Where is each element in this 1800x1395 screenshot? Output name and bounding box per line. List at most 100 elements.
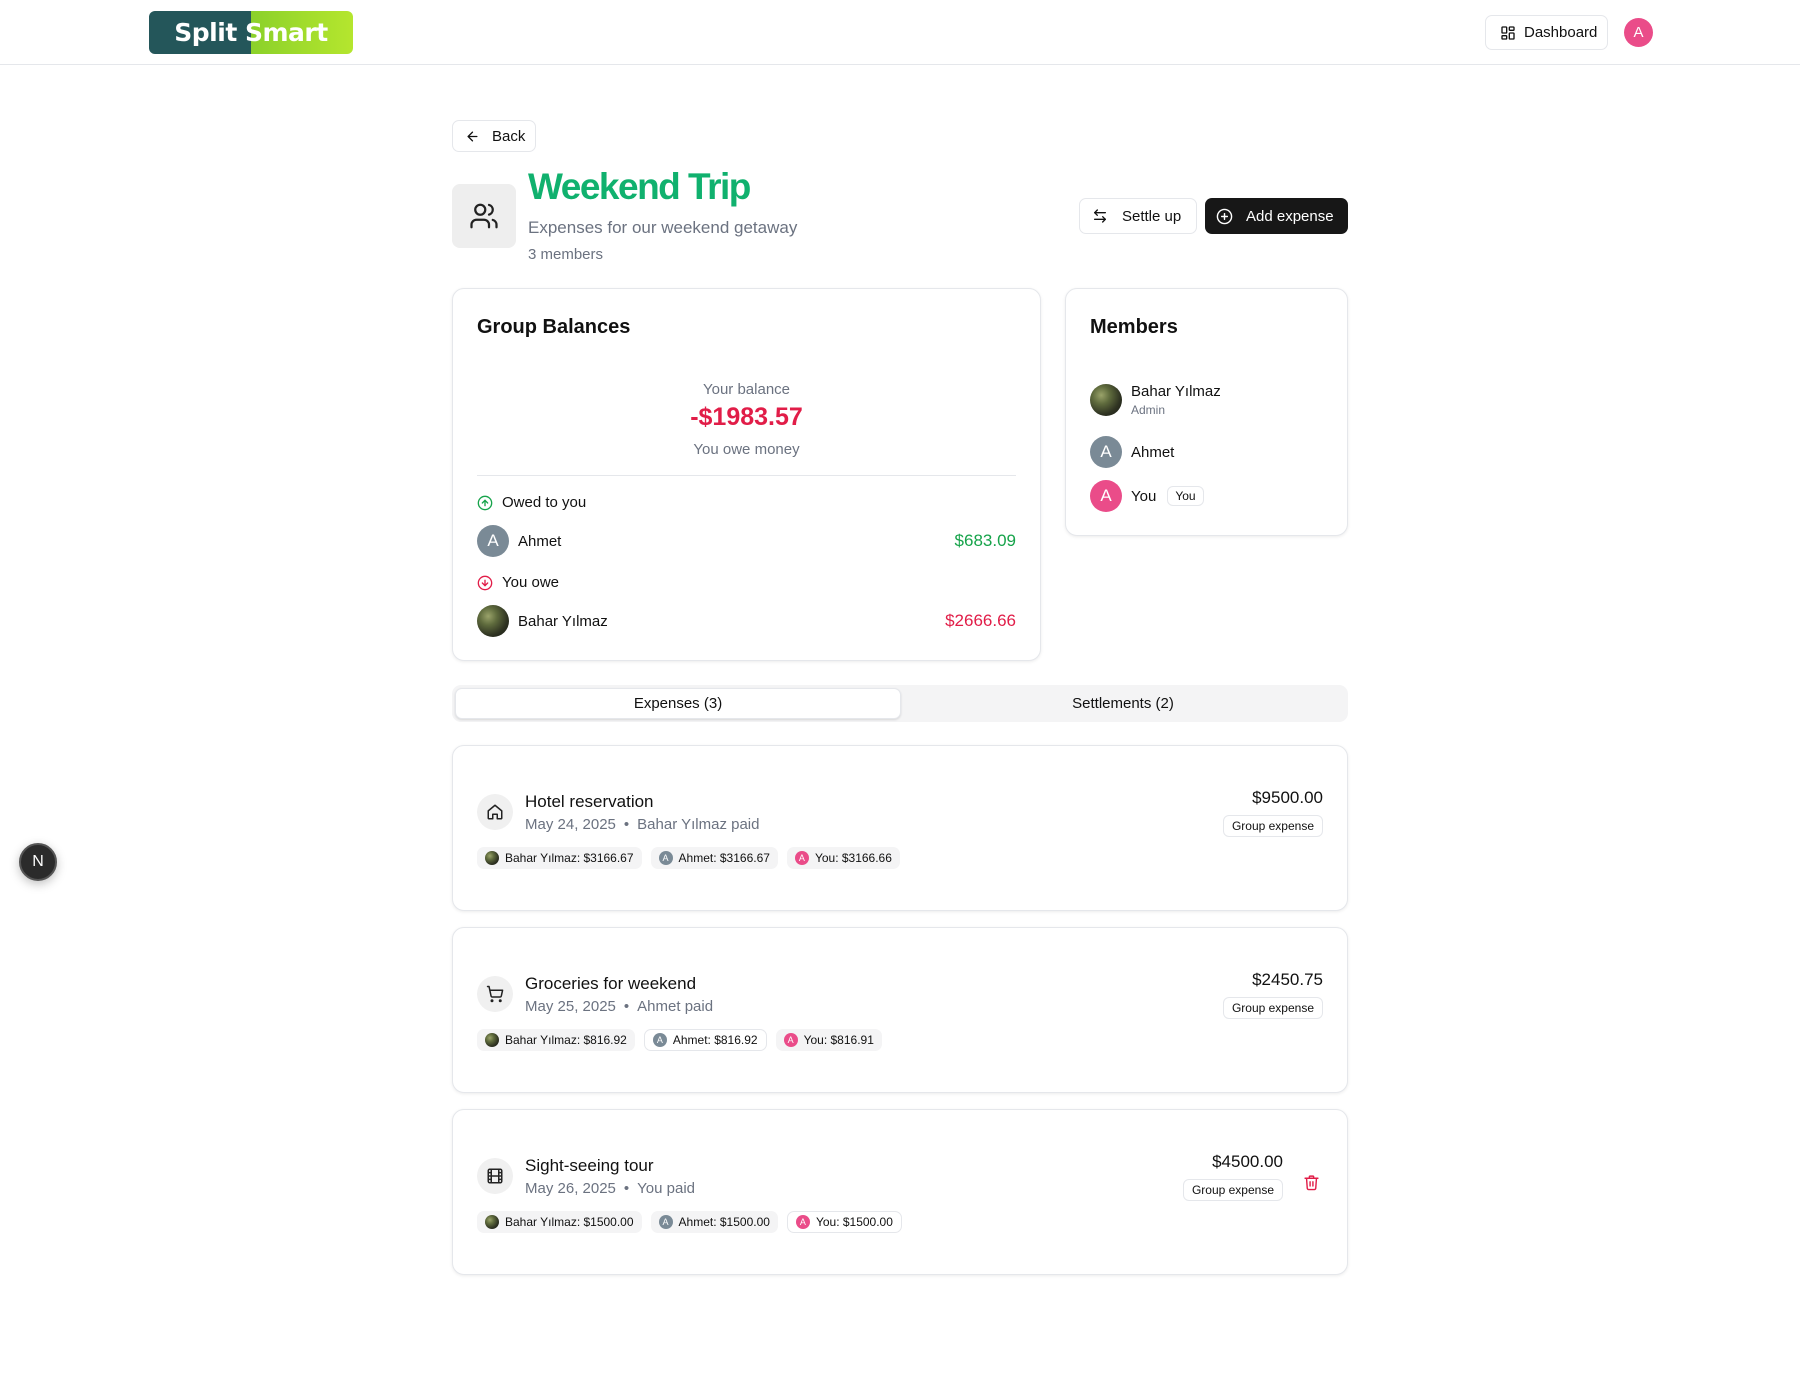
home-icon (477, 794, 513, 830)
member-item[interactable]: A You You (1090, 480, 1204, 512)
avatar (485, 1215, 499, 1229)
expense-meta: May 24, 2025 • Bahar Yılmaz paid (525, 816, 760, 833)
expense-card[interactable]: Hotel reservation May 24, 2025 • Bahar Yıl… (452, 745, 1348, 911)
top-navbar: Split Smart Dashboard A (0, 0, 1800, 65)
avatar: A (658, 1215, 673, 1229)
balance-row-owed[interactable]: A Ahmet $683.09 (477, 525, 1016, 557)
split-chip: Bahar Yılmaz: $3166.67 (477, 847, 642, 869)
your-balance-value: -$1983.57 (690, 403, 803, 431)
expense-title: Hotel reservation (525, 792, 654, 811)
member-name: You (1131, 487, 1157, 505)
dashboard-grid-icon (1501, 25, 1515, 40)
expense-amount: $2450.75 (1252, 970, 1323, 989)
balance-row-owe[interactable]: Bahar Yılmaz $2666.66 (477, 605, 1016, 637)
member-item[interactable]: Bahar Yılmaz Admin (1090, 383, 1221, 417)
shopping-cart-icon (477, 976, 513, 1012)
group-balances-title: Group Balances (477, 316, 631, 338)
members-title: Members (1090, 316, 1178, 338)
group-expense-badge: Group expense (1222, 815, 1323, 837)
expense-card[interactable]: Groceries for weekend May 25, 2025 • Ahmet… (452, 927, 1348, 1093)
group-expense-badge: Group expense (1182, 1179, 1283, 1201)
film-icon (477, 1158, 513, 1194)
your-balance-note: You owe money (693, 441, 800, 458)
split-chips: Bahar Yılmaz: $816.92 A Ahmet: $816.92 AY… (477, 1029, 882, 1051)
arrow-left-icon (467, 131, 478, 141)
members-card: Members Bahar Yılmaz Admin A Ahmet A You… (1065, 288, 1348, 536)
group-title: Weekend Trip (528, 166, 751, 207)
expense-amount: $4500.00 (1212, 1152, 1283, 1171)
arrow-up-circle-icon (477, 495, 493, 510)
dashboard-button[interactable]: Dashboard (1485, 15, 1608, 50)
avatar (485, 851, 499, 865)
balance-person-name: Ahmet (518, 532, 562, 550)
group-description: Expenses for our weekend getaway (528, 218, 798, 237)
expense-date: May 26, 2025 (525, 1180, 616, 1197)
settle-up-label: Settle up (1122, 207, 1182, 225)
split-chips: Bahar Yılmaz: $3166.67 A Ahmet: $3166.67 … (477, 847, 900, 869)
settle-up-button[interactable]: Settle up (1079, 198, 1197, 234)
avatar (485, 1033, 499, 1047)
expense-date: May 24, 2025 (525, 816, 616, 833)
tab-settlements[interactable]: Settlements (2) (901, 688, 1345, 719)
expense-amount: $9500.00 (1252, 788, 1323, 807)
expense-payer: Bahar Yılmaz paid (637, 816, 760, 833)
user-avatar[interactable]: A (1624, 18, 1653, 47)
split-chip: A You: $1500.00 (786, 1211, 902, 1233)
group-expense-badge: Group expense (1222, 997, 1323, 1019)
expense-meta: May 25, 2025 • Ahmet paid (525, 998, 714, 1015)
expense-title: Groceries for weekend (525, 974, 697, 993)
split-chip: Bahar Yılmaz: $1500.00 (477, 1211, 642, 1233)
member-item[interactable]: A Ahmet (1090, 436, 1174, 468)
app-logo[interactable]: Split Smart (149, 11, 353, 54)
split-chips: Bahar Yılmaz: $1500.00 A Ahmet: $1500.00 … (477, 1211, 902, 1233)
split-chip: A Ahmet: $3166.67 (650, 847, 778, 869)
avatar: A (783, 1033, 798, 1047)
expense-card[interactable]: Sight-seeing tour May 26, 2025 • You paid … (452, 1109, 1348, 1275)
avatar: A (794, 851, 809, 865)
avatar: A (477, 525, 509, 557)
owed-to-you-heading: Owed to you (477, 494, 586, 511)
balance-amount: $683.09 (954, 531, 1016, 550)
member-name: Bahar Yılmaz (1131, 383, 1221, 400)
split-chip: A Ahmet: $1500.00 (650, 1211, 778, 1233)
balance-person-name: Bahar Yılmaz (518, 612, 608, 630)
expense-payer: Ahmet paid (637, 998, 714, 1015)
split-chip: A You: $3166.66 (786, 847, 900, 869)
expense-title: Sight-seeing tour (525, 1156, 654, 1175)
you-owe-heading: You owe (477, 574, 559, 591)
avatar: A (1090, 436, 1122, 468)
add-expense-label: Add expense (1246, 207, 1334, 225)
expense-meta: May 26, 2025 • You paid (525, 1180, 696, 1197)
your-balance-label: Your balance (702, 381, 791, 398)
trash-icon[interactable] (1303, 1174, 1320, 1191)
avatar: A (658, 851, 673, 865)
arrow-down-circle-icon (477, 575, 493, 590)
avatar: A (795, 1215, 810, 1229)
balance-amount: $2666.66 (945, 611, 1016, 630)
add-expense-button[interactable]: Add expense (1205, 198, 1348, 234)
avatar (1090, 384, 1122, 416)
member-name: Ahmet (1131, 443, 1175, 461)
tab-bar: Expenses (3) Settlements (2) (452, 685, 1348, 722)
swap-arrows-icon (1094, 209, 1106, 223)
back-button[interactable]: Back (452, 120, 536, 152)
dashboard-label: Dashboard (1524, 24, 1598, 41)
nextjs-dev-badge[interactable]: N (19, 843, 57, 881)
avatar: A (1090, 480, 1122, 512)
tab-expenses[interactable]: Expenses (3) (455, 688, 901, 719)
you-badge: You (1167, 486, 1204, 506)
back-label: Back (492, 127, 526, 145)
split-chip: A Ahmet: $816.92 (643, 1029, 767, 1051)
member-role: Admin (1131, 403, 1166, 417)
split-chip: A You: $816.91 (775, 1029, 882, 1051)
avatar (477, 605, 509, 637)
split-chip: Bahar Yılmaz: $816.92 (477, 1029, 635, 1051)
divider (477, 475, 1016, 476)
group-users-icon (452, 184, 516, 248)
plus-circle-icon (1216, 208, 1233, 224)
expense-payer: You paid (637, 1180, 696, 1197)
group-member-count: 3 members (528, 246, 604, 263)
avatar: A (652, 1033, 667, 1047)
expense-date: May 25, 2025 (525, 998, 616, 1015)
group-balances-card: Group Balances Your balance -$1983.57 Yo… (452, 288, 1041, 661)
